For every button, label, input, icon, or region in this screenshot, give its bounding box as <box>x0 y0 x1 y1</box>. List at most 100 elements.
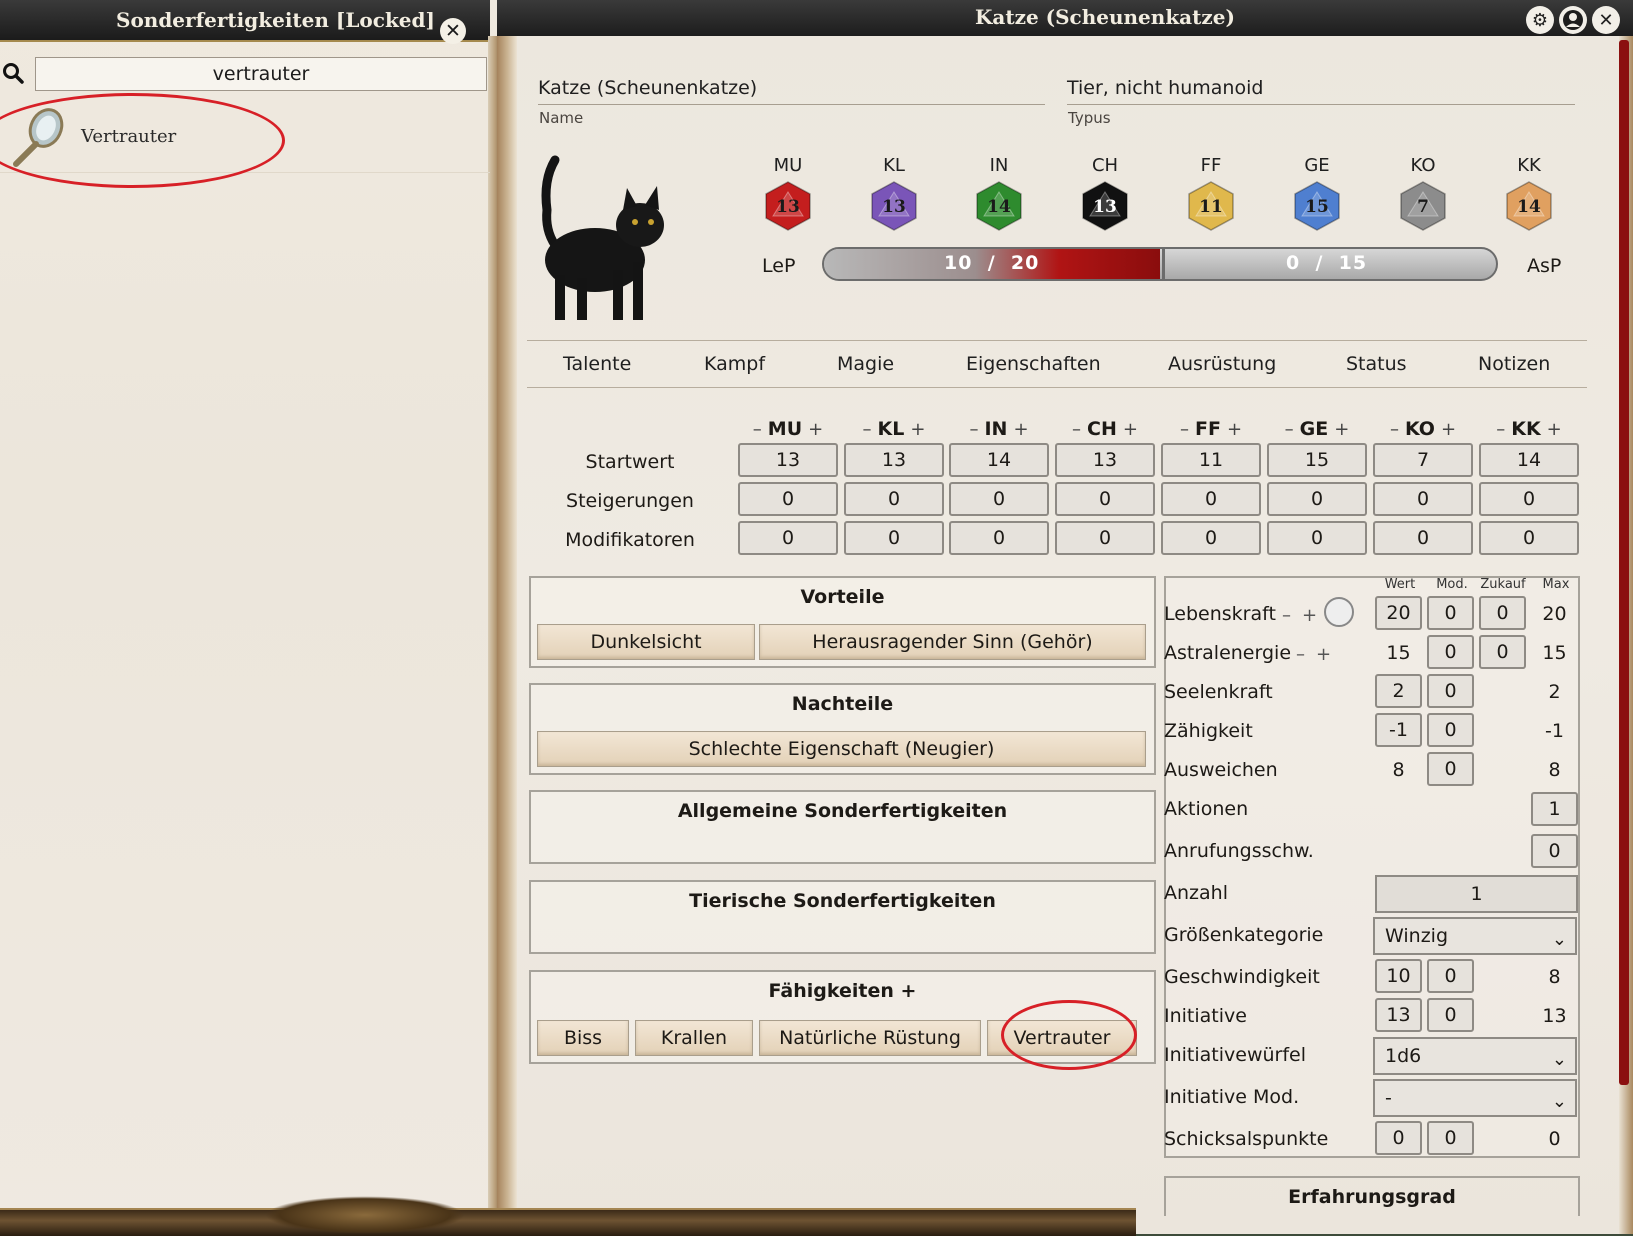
initiative-mod-select[interactable]: - ⌄ <box>1373 1079 1577 1117</box>
decrease-button[interactable]: – <box>1072 419 1081 440</box>
attribute-cell[interactable]: 14 <box>949 443 1049 477</box>
close-icon[interactable]: ✕ <box>440 18 466 44</box>
tab-ausruestung[interactable]: Ausrüstung <box>1168 353 1276 375</box>
astralenergie-plus-button[interactable]: + <box>1316 644 1331 665</box>
attribute-cell[interactable]: 0 <box>738 521 838 555</box>
attribute-die-ge[interactable]: GE 15 <box>1282 155 1352 232</box>
allgemeine-sonderfertigkeiten-section[interactable]: Allgemeine Sonderfertigkeiten <box>529 790 1156 864</box>
attribute-cell[interactable]: 14 <box>1479 443 1579 477</box>
attribute-die-kl[interactable]: KL 13 <box>859 155 929 232</box>
type-field[interactable]: Tier, nicht humanoid <box>1067 77 1575 105</box>
ability-chip-biss[interactable]: Biss <box>537 1020 629 1056</box>
schicksalspunkte-mod[interactable]: 0 <box>1427 1121 1474 1155</box>
tab-talente[interactable]: Talente <box>563 353 631 375</box>
attribute-cell[interactable]: 0 <box>1161 521 1261 555</box>
attribute-cell[interactable]: 0 <box>1055 482 1155 516</box>
decrease-button[interactable]: – <box>1285 419 1294 440</box>
decrease-button[interactable]: – <box>753 419 762 440</box>
increase-button[interactable]: + <box>1441 419 1456 440</box>
attribute-cell[interactable]: 13 <box>738 443 838 477</box>
decrease-button[interactable]: – <box>1180 419 1189 440</box>
attribute-cell[interactable]: 0 <box>1479 482 1579 516</box>
geschwindigkeit-mod[interactable]: 0 <box>1427 959 1474 993</box>
decrease-button[interactable]: – <box>1390 419 1399 440</box>
increase-button[interactable]: + <box>1227 419 1242 440</box>
lebenskraft-zukauf[interactable]: 0 <box>1479 596 1526 630</box>
vorteil-chip[interactable]: Dunkelsicht <box>537 624 755 660</box>
groessenkategorie-select[interactable]: Winzig ⌄ <box>1373 917 1577 955</box>
tab-kampf[interactable]: Kampf <box>704 353 765 375</box>
attribute-cell[interactable]: 0 <box>1267 482 1367 516</box>
attribute-cell[interactable]: 13 <box>844 443 944 477</box>
increase-button[interactable]: + <box>910 419 925 440</box>
vorteil-chip[interactable]: Herausragender Sinn (Gehör) <box>759 624 1146 660</box>
increase-button[interactable]: + <box>1334 419 1349 440</box>
right-window-titlebar[interactable]: Katze (Scheunenkatze) <box>497 0 1633 36</box>
attribute-die-ch[interactable]: CH 13 <box>1070 155 1140 232</box>
lebenskraft-mod[interactable]: 0 <box>1427 596 1474 630</box>
attribute-cell[interactable]: 0 <box>949 482 1049 516</box>
scrollbar[interactable] <box>1619 40 1629 1085</box>
increase-button[interactable]: + <box>808 419 823 440</box>
lep-value[interactable]: 10 / 20 <box>944 252 1039 274</box>
attribute-cell[interactable]: 0 <box>844 482 944 516</box>
asp-value[interactable]: 0 / 15 <box>1286 252 1367 274</box>
seelenkraft-mod[interactable]: 0 <box>1427 674 1474 708</box>
decrease-button[interactable]: – <box>969 419 978 440</box>
search-input[interactable] <box>35 57 487 91</box>
decrease-button[interactable]: – <box>1496 419 1505 440</box>
resource-bar[interactable]: 10 / 20 0 / 15 <box>822 247 1498 281</box>
attribute-cell[interactable]: 0 <box>738 482 838 516</box>
attribute-die-kk[interactable]: KK 14 <box>1494 155 1564 232</box>
attribute-die-mu[interactable]: MU 13 <box>753 155 823 232</box>
initiativewuerfel-select[interactable]: 1d6 ⌄ <box>1373 1037 1577 1075</box>
ausweichen-mod[interactable]: 0 <box>1427 752 1474 786</box>
attribute-cell[interactable]: 0 <box>844 521 944 555</box>
increase-button[interactable]: + <box>1013 419 1028 440</box>
initiative-wert[interactable]: 13 <box>1375 998 1422 1032</box>
add-ability-button[interactable]: + <box>901 980 917 1002</box>
nachteil-chip[interactable]: Schlechte Eigenschaft (Neugier) <box>537 731 1146 767</box>
user-icon[interactable] <box>1559 6 1587 34</box>
portrait-image[interactable] <box>525 150 695 330</box>
astralenergie-minus-button[interactable]: – <box>1296 644 1305 665</box>
attribute-die-in[interactable]: IN 14 <box>964 155 1034 232</box>
name-field[interactable]: Katze (Scheunenkatze) <box>538 77 1045 105</box>
astralenergie-zukauf[interactable]: 0 <box>1479 635 1526 669</box>
close-icon[interactable]: ✕ <box>1592 6 1620 34</box>
initiative-mod[interactable]: 0 <box>1427 998 1474 1032</box>
attribute-cell[interactable]: 7 <box>1373 443 1473 477</box>
astralenergie-mod[interactable]: 0 <box>1427 635 1474 669</box>
tierische-sonderfertigkeiten-section[interactable]: Tierische Sonderfertigkeiten <box>529 880 1156 954</box>
attribute-die-ko[interactable]: KO 7 <box>1388 155 1458 232</box>
gear-icon[interactable]: ⚙ <box>1526 6 1554 34</box>
tab-notizen[interactable]: Notizen <box>1478 353 1550 375</box>
anzahl-input[interactable]: 1 <box>1375 875 1578 913</box>
geschwindigkeit-wert[interactable]: 10 <box>1375 959 1422 993</box>
attribute-cell[interactable]: 0 <box>1479 521 1579 555</box>
attribute-cell[interactable]: 0 <box>1373 521 1473 555</box>
tab-status[interactable]: Status <box>1346 353 1407 375</box>
lebenskraft-wert[interactable]: 20 <box>1375 596 1422 630</box>
decrease-button[interactable]: – <box>863 419 872 440</box>
attribute-cell[interactable]: 0 <box>1055 521 1155 555</box>
tab-magie[interactable]: Magie <box>837 353 894 375</box>
moon-icon[interactable] <box>1323 596 1355 628</box>
increase-button[interactable]: + <box>1547 419 1562 440</box>
lebenskraft-minus-button[interactable]: – <box>1282 605 1291 626</box>
aktionen-input[interactable]: 1 <box>1531 792 1578 826</box>
left-window-titlebar[interactable]: Sonderfertigkeiten [Locked] <box>0 0 490 42</box>
attribute-cell[interactable]: 11 <box>1161 443 1261 477</box>
attribute-cell[interactable]: 0 <box>1373 482 1473 516</box>
ability-chip-natuerliche-ruestung[interactable]: Natürliche Rüstung <box>759 1020 981 1056</box>
zaehigkeit-mod[interactable]: 0 <box>1427 713 1474 747</box>
lebenskraft-plus-button[interactable]: + <box>1302 605 1317 626</box>
attribute-die-ff[interactable]: FF 11 <box>1176 155 1246 232</box>
schicksalspunkte-wert[interactable]: 0 <box>1375 1121 1422 1155</box>
attribute-cell[interactable]: 15 <box>1267 443 1367 477</box>
seelenkraft-wert[interactable]: 2 <box>1375 674 1422 708</box>
increase-button[interactable]: + <box>1123 419 1138 440</box>
attribute-cell[interactable]: 0 <box>1267 521 1367 555</box>
attribute-cell[interactable]: 0 <box>1161 482 1261 516</box>
zaehigkeit-wert[interactable]: -1 <box>1375 713 1422 747</box>
